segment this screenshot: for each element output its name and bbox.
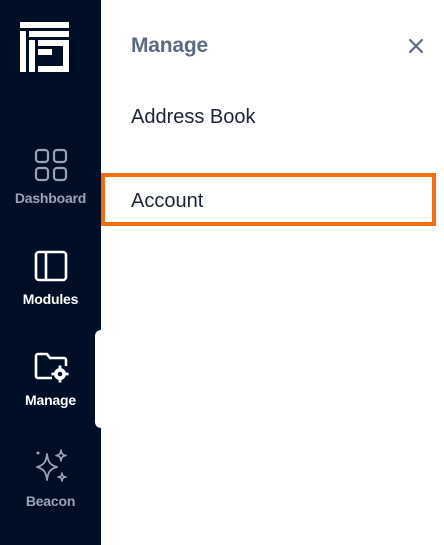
app-logo[interactable]	[20, 22, 69, 72]
sidebar-item-dashboard[interactable]: Dashboard	[0, 145, 101, 231]
sidebar-item-label: Manage	[25, 392, 76, 408]
sidebar-item-label: Modules	[22, 291, 79, 307]
grid-icon	[31, 145, 71, 185]
sidebar-item-manage[interactable]: Manage	[0, 346, 101, 432]
menu-item-account[interactable]: Account	[131, 190, 203, 213]
side-rail: Dashboard Modules Manage Beacon	[0, 0, 105, 545]
sidebar-item-beacon[interactable]: Beacon	[0, 447, 101, 533]
close-button[interactable]	[405, 35, 427, 57]
close-icon	[408, 38, 424, 54]
sidebar-item-modules[interactable]: Modules	[0, 246, 101, 332]
folder-gear-icon	[31, 346, 71, 386]
app-window: Dashboard Modules Manage Beacon Manage A…	[0, 0, 444, 545]
manage-panel: Manage Address Book Account	[101, 0, 444, 545]
sparkle-icon	[31, 447, 71, 487]
sidebar-item-label: Dashboard	[14, 190, 87, 206]
sidebar-item-label: Beacon	[25, 493, 76, 509]
menu-item-address-book[interactable]: Address Book	[131, 106, 256, 129]
panel-title: Manage	[131, 34, 208, 57]
panel-icon	[31, 246, 71, 286]
